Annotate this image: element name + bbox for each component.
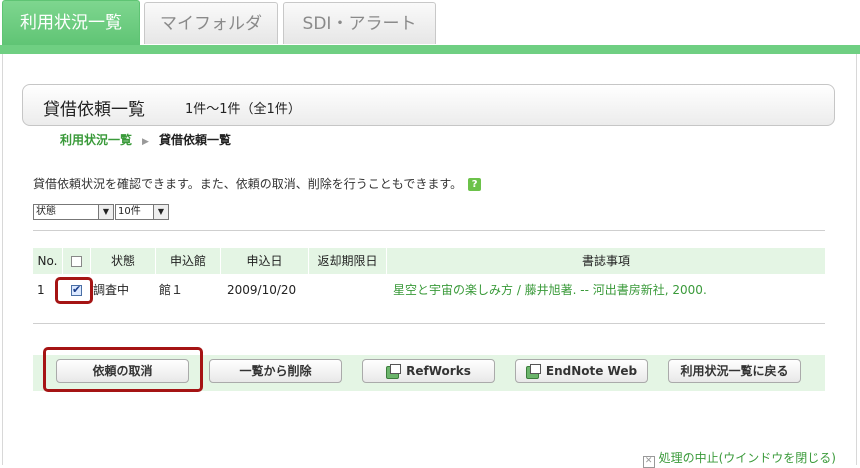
col-select-all	[63, 248, 91, 274]
col-citation: 書誌事項	[581, 254, 630, 268]
endnote-web-button[interactable]: EndNote Web	[515, 359, 648, 383]
delete-from-list-button[interactable]: 一覧から削除	[209, 359, 342, 383]
row-citation-link[interactable]: 星空と宇宙の楽しみ方 / 藤井旭著. -- 河出書房新社, 2000.	[393, 280, 707, 300]
close-icon: ✕	[642, 456, 655, 468]
row-applied-date: 2009/10/20	[227, 283, 297, 297]
row-library: 館１	[159, 283, 184, 297]
divider	[33, 230, 825, 231]
breadcrumb-separator-icon: ▶	[142, 137, 149, 147]
close-window-link[interactable]: ✕ 処理の中止(ウインドウを閉じる)	[642, 449, 836, 468]
page-title: 貸借依頼一覧	[43, 100, 145, 120]
help-icon[interactable]: ?	[468, 178, 482, 191]
per-page-select-value: 10件	[118, 206, 141, 217]
close-window-label: 処理の中止(ウインドウを閉じる)	[658, 451, 836, 465]
checkbox-highlight	[55, 277, 93, 304]
col-library: 申込館	[156, 248, 221, 274]
tab-underline	[0, 45, 860, 54]
export-icon	[525, 364, 541, 379]
breadcrumb-usage-list[interactable]: 利用状況一覧	[60, 133, 132, 147]
result-count: 1件～1件（全1件）	[185, 102, 301, 117]
status-select-value: 状態	[36, 206, 56, 217]
col-no: No.	[33, 248, 63, 274]
intro-text: 貸借依頼状況を確認できます。また、依頼の取消、削除を行うこともできます。	[33, 177, 463, 191]
row-no: 1	[37, 283, 45, 297]
endnote-label: EndNote Web	[545, 364, 638, 378]
select-all-checkbox[interactable]	[71, 256, 82, 267]
intro-line: 貸借依頼状況を確認できます。また、依頼の取消、削除を行うこともできます。?	[33, 175, 482, 192]
refworks-label: RefWorks	[406, 364, 471, 378]
tab-my-folder[interactable]: マイフォルダ	[144, 2, 278, 44]
tab-sdi-alert[interactable]: SDI・アラート	[283, 2, 436, 44]
tab-usage-list[interactable]: 利用状況一覧	[2, 0, 140, 46]
per-page-select[interactable]: 10件 ▼	[115, 204, 169, 220]
row-status: 調査中	[93, 283, 130, 297]
export-icon	[386, 364, 402, 379]
refworks-button[interactable]: RefWorks	[362, 359, 495, 383]
col-due-date: 返却期限日	[309, 248, 387, 274]
cancel-button-highlight	[43, 347, 203, 392]
page-header: 貸借依頼一覧 1件～1件（全1件）	[22, 84, 835, 126]
divider	[33, 323, 825, 324]
breadcrumb-current: 貸借依頼一覧	[158, 133, 231, 147]
back-to-usage-list-button[interactable]: 利用状況一覧に戻る	[668, 359, 801, 383]
col-applied-date: 申込日	[221, 248, 309, 274]
breadcrumb: 利用状況一覧 ▶ 貸借依頼一覧	[60, 131, 231, 148]
table-header: No. 状態 申込館 申込日 返却期限日 書誌事項	[33, 248, 825, 274]
status-select[interactable]: 状態 ▼	[33, 204, 114, 220]
col-status: 状態	[91, 248, 156, 274]
dropdown-arrow-icon: ▼	[98, 205, 113, 219]
dropdown-arrow-icon: ▼	[153, 205, 168, 219]
